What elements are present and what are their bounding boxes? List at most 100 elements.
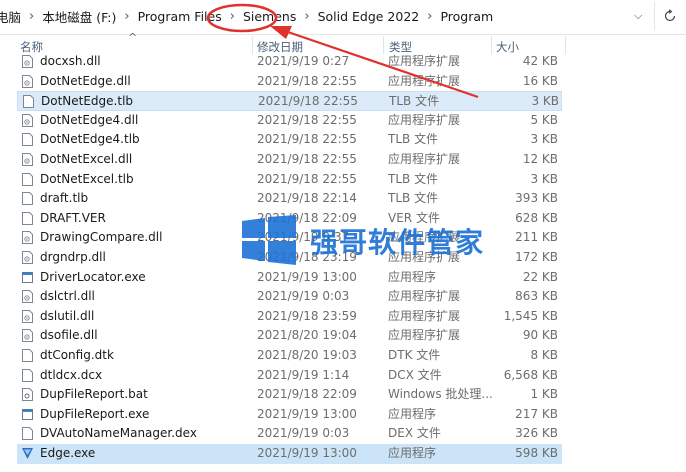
breadcrumb-program-files[interactable]: Program Files [134,9,226,24]
file-row[interactable]: dslutil.dll 2021/9/18 23:59 应用程序扩展 1,545 KB [17,307,562,327]
file-name: docxsh.dll [40,54,101,68]
file-name: DupFileReport.exe [40,406,150,421]
breadcrumb-this-pc[interactable]: 电脑 [0,7,25,26]
file-size: 172 KB [515,250,558,264]
file-size: 217 KB [515,406,558,421]
file-row[interactable]: DotNetEdge4.dll 2021/9/18 22:55 应用程序扩展 5 KB [17,111,562,131]
file-name: drgndrp.dll [40,250,106,264]
file-size: 90 KB [522,328,558,343]
file-size: 12 KB [522,152,558,166]
file-row[interactable]: DVAutoNameManager.dex 2021/9/19 0:03 DEX 文… [17,424,562,444]
file-name: dtldcx.dcx [40,367,103,382]
file-size: 1 KB [530,387,558,402]
file-type: DTK 文件 [388,348,441,362]
chevron-right-icon[interactable]: › [300,9,313,24]
file-row[interactable]: DrawingCompare.dll 2021/9/19 0:37 应用程序扩展 21… [17,228,562,248]
file-size: 42 KB [522,54,558,68]
dll-file-icon [22,290,33,304]
exe-file-icon [22,271,33,283]
file-modified-date: 2021/9/18 23:19 [257,250,357,264]
file-modified-date: 2021/9/18 22:09 [257,210,357,225]
file-type: 应用程序 [388,269,437,284]
file-size: 863 KB [515,289,558,304]
file-name: Edge.exe [40,446,96,460]
file-name: dslutil.dll [40,308,95,323]
file-name: DVAutoNameManager.dex [40,426,197,441]
column-divider[interactable] [565,36,566,54]
file-type: 应用程序扩展 [388,230,461,245]
file-modified-date: 2021/9/18 22:55 [258,94,358,109]
file-modified-date: 2021/9/18 22:55 [257,73,357,88]
file-name: dsofile.dll [40,328,98,343]
file-name: DupFileReport.bat [40,387,148,402]
file-name: DotNetEdge.dll [40,73,131,88]
solid-edge-app-icon [22,448,33,459]
file-modified-date: 2021/9/18 22:55 [257,132,357,147]
file-name: DotNetExcel.dll [40,152,133,166]
chevron-right-icon[interactable]: › [423,9,436,24]
breadcrumb-solid-edge[interactable]: Solid Edge 2022 [314,9,424,24]
file-type: VER 文件 [388,210,440,225]
file-name: dtConfig.dtk [40,348,114,362]
file-modified-date: 2021/9/19 13:00 [257,269,357,284]
file-row[interactable]: drgndrp.dll 2021/9/18 23:19 应用程序扩展 172 KB [17,248,562,268]
bat-file-icon [22,388,33,402]
address-bar: 电脑 › 本地磁盘 (F:) › Program Files › Siemens… [0,0,686,35]
file-size: 3 KB [531,94,559,109]
file-row[interactable]: DotNetEdge.tlb 2021/9/18 22:55 TLB 文件 3 KB [17,91,562,111]
file-size: 3 KB [530,132,558,147]
file-type: DCX 文件 [388,367,442,382]
file-row[interactable]: docxsh.dll 2021/9/19 0:27 应用程序扩展 42 KB [17,52,562,72]
blank-file-icon [22,349,33,362]
file-row[interactable]: DupFileReport.bat 2021/9/18 22:09 Windows … [17,385,562,405]
file-size: 16 KB [522,73,558,88]
file-row[interactable]: draft.tlb 2021/9/18 22:14 TLB 文件 393 KB [17,189,562,209]
file-modified-date: 2021/9/19 0:37 [257,230,350,245]
file-type: TLB 文件 [388,132,439,147]
file-type: 应用程序 [388,406,437,421]
file-row[interactable]: DotNetExcel.dll 2021/9/18 22:55 应用程序扩展 12 K… [17,150,562,170]
file-modified-date: 2021/8/20 19:03 [257,348,357,362]
dll-file-icon [22,153,33,166]
file-row[interactable]: DRAFT.VER 2021/9/18 22:09 VER 文件 628 KB [17,209,562,229]
file-row[interactable]: DotNetExcel.tlb 2021/9/18 22:55 TLB 文件 3 KB [17,170,562,190]
blank-file-icon [22,192,33,206]
file-size: 628 KB [515,210,558,225]
chevron-right-icon[interactable]: › [25,9,38,24]
breadcrumb-program[interactable]: Program [436,9,497,24]
exe-file-icon [22,408,33,420]
chevron-right-icon[interactable]: › [226,9,239,24]
blank-file-icon [22,368,33,382]
file-row[interactable]: DupFileReport.exe 2021/9/19 13:00 应用程序 217 … [17,405,562,425]
dll-file-icon [22,309,33,323]
file-modified-date: 2021/9/18 22:14 [257,191,357,206]
file-name: DriverLocator.exe [40,269,146,284]
file-size: 326 KB [515,426,558,441]
file-size: 6,568 KB [503,367,558,382]
file-row[interactable]: dtldcx.dcx 2021/9/19 1:14 DCX 文件 6,568 KB [17,366,562,386]
file-type: 应用程序扩展 [388,308,461,323]
dll-file-icon [22,251,33,264]
file-name: DotNetEdge4.dll [40,112,139,127]
file-type: TLB 文件 [388,191,439,206]
dll-file-icon [22,329,33,343]
breadcrumb-drive[interactable]: 本地磁盘 (F:) [38,7,120,26]
file-row[interactable]: Edge.exe 2021/9/19 13:00 应用程序 598 KB [17,444,562,464]
file-row[interactable]: DotNetEdge.dll 2021/9/18 22:55 应用程序扩展 16 KB [17,72,562,92]
chevron-right-icon[interactable]: › [120,9,133,24]
refresh-icon [664,9,676,22]
refresh-button[interactable] [654,2,685,30]
file-size: 393 KB [515,191,558,206]
file-size: 8 KB [530,348,558,362]
file-row[interactable]: DriverLocator.exe 2021/9/19 13:00 应用程序 22 K… [17,268,562,288]
file-row[interactable]: dsofile.dll 2021/8/20 19:04 应用程序扩展 90 KB [17,326,562,346]
breadcrumb-siemens[interactable]: Siemens [239,9,300,24]
sort-ascending-icon: ^ [128,31,138,44]
file-type: DEX 文件 [388,426,441,441]
file-name: DRAFT.VER [40,210,106,225]
chevron-down-icon[interactable]: ⌵ [634,9,642,23]
file-row[interactable]: DotNetEdge4.tlb 2021/9/18 22:55 TLB 文件 3 KB [17,130,562,150]
file-row[interactable]: dtConfig.dtk 2021/8/20 19:03 DTK 文件 8 KB [17,346,562,366]
file-row[interactable]: dslctrl.dll 2021/9/19 0:03 应用程序扩展 863 KB [17,287,562,307]
file-modified-date: 2021/8/20 19:04 [257,328,357,343]
